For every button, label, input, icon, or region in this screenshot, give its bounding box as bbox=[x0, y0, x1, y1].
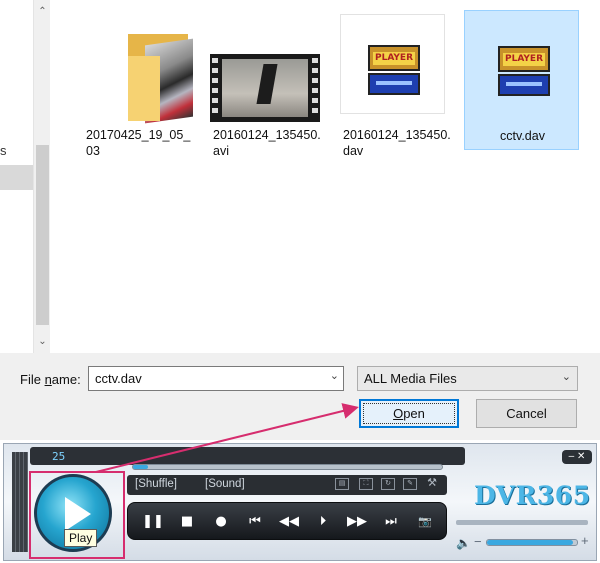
scrollbar-thumb[interactable] bbox=[36, 145, 49, 325]
settings-icon[interactable]: ⚒ bbox=[425, 478, 439, 490]
chevron-down-icon[interactable]: ⌄ bbox=[562, 370, 571, 383]
file-name-input[interactable]: cctv.dav ⌄ bbox=[88, 366, 344, 391]
navigation-item-label: s bbox=[0, 143, 7, 158]
rewind-button[interactable]: ◀◀ bbox=[278, 513, 300, 531]
next-button[interactable]: ⏭ bbox=[380, 513, 402, 531]
playlist-icon[interactable]: ▤ bbox=[335, 478, 349, 490]
open-button[interactable]: Open bbox=[359, 399, 459, 428]
navigation-pane[interactable]: s bbox=[0, 0, 33, 353]
player-file-icon: PLAYER bbox=[340, 14, 445, 114]
file-name: 20160124_135450.dav bbox=[343, 128, 451, 158]
playback-controls: ❚❚ ■ ● ⏮ ◀◀ ⏵ ▶▶ ⏭ 📷 bbox=[127, 502, 447, 540]
stop-button[interactable]: ■ bbox=[176, 513, 198, 531]
navigation-selected-item[interactable] bbox=[0, 165, 33, 190]
file-name-value: cctv.dav bbox=[95, 371, 142, 386]
sound-toggle[interactable]: [Sound] bbox=[205, 478, 245, 490]
volume-slider[interactable] bbox=[486, 539, 578, 546]
scroll-up-icon[interactable]: ⌃ bbox=[37, 6, 48, 18]
balance-bar[interactable] bbox=[456, 520, 588, 525]
pause-button[interactable]: ❚❚ bbox=[142, 513, 164, 531]
player-logo-text: PLAYER bbox=[503, 53, 545, 66]
folder-icon bbox=[83, 14, 193, 124]
seek-bar[interactable] bbox=[132, 464, 443, 470]
title-strip bbox=[30, 447, 465, 465]
status-strip: [Shuffle] [Sound] ▤ ⛶ ↻ ✎ ⚒ bbox=[127, 475, 447, 495]
track-counter: 25 bbox=[52, 450, 66, 463]
file-name: 20170425_19_05_03 bbox=[86, 128, 191, 158]
open-file-dialog: s ⌃ ⌄ 20170425_19_05_03 20160124_135450.… bbox=[0, 0, 600, 440]
play-tooltip: Play bbox=[64, 529, 98, 547]
cancel-button[interactable]: Cancel bbox=[476, 399, 577, 428]
video-thumbnail-icon bbox=[210, 14, 320, 122]
player-file-icon: PLAYER bbox=[470, 15, 575, 115]
speaker-icon[interactable]: 🔈 bbox=[456, 536, 471, 550]
file-item-dav[interactable]: PLAYER 20160124_135450.dav bbox=[335, 10, 451, 158]
file-type-select[interactable]: ALL Media Files ⌄ bbox=[357, 366, 578, 391]
file-item-folder[interactable]: 20170425_19_05_03 bbox=[78, 10, 193, 158]
file-item-video[interactable]: 20160124_135450.avi bbox=[205, 10, 321, 158]
file-name: cctv.dav bbox=[500, 129, 545, 143]
chevron-down-icon[interactable]: ⌄ bbox=[330, 369, 339, 382]
previous-button[interactable]: ⏮ bbox=[244, 513, 266, 531]
seek-bar-fill bbox=[133, 465, 149, 469]
playlist-handle[interactable] bbox=[12, 452, 28, 552]
media-player: 25 – ✕ [Shuffle] [Sound] ▤ ⛶ ↻ ✎ ⚒ ❚❚ ■ ● ⏮… bbox=[3, 443, 597, 561]
navigation-scrollbar[interactable]: ⌃ ⌄ bbox=[33, 0, 50, 353]
brand-logo: DVR365 bbox=[474, 481, 591, 510]
volume-up-icon[interactable]: + bbox=[581, 533, 589, 548]
edit-icon[interactable]: ✎ bbox=[403, 478, 417, 490]
minimize-close-icon[interactable]: – ✕ bbox=[562, 450, 592, 464]
volume-down-icon[interactable]: − bbox=[474, 534, 482, 549]
fullscreen-icon[interactable]: ⛶ bbox=[359, 478, 373, 490]
shuffle-toggle[interactable]: [Shuffle] bbox=[135, 478, 177, 490]
file-list[interactable]: 20170425_19_05_03 20160124_135450.avi PL… bbox=[50, 0, 600, 353]
repeat-icon[interactable]: ↻ bbox=[381, 478, 395, 490]
file-name-label: File name: bbox=[20, 372, 81, 387]
file-type-value: ALL Media Files bbox=[364, 371, 457, 386]
volume-fill bbox=[487, 540, 573, 545]
snapshot-button[interactable]: 📷 bbox=[414, 513, 436, 531]
file-item-cctv-selected[interactable]: PLAYER cctv.dav bbox=[464, 10, 579, 150]
scroll-down-icon[interactable]: ⌄ bbox=[37, 336, 48, 348]
fast-forward-button[interactable]: ▶▶ bbox=[346, 513, 368, 531]
play-icon bbox=[65, 497, 91, 531]
player-logo-text: PLAYER bbox=[373, 52, 415, 65]
record-button[interactable]: ● bbox=[210, 513, 232, 531]
frame-step-button[interactable]: ⏵ bbox=[312, 513, 334, 531]
file-name: 20160124_135450.avi bbox=[213, 128, 321, 158]
